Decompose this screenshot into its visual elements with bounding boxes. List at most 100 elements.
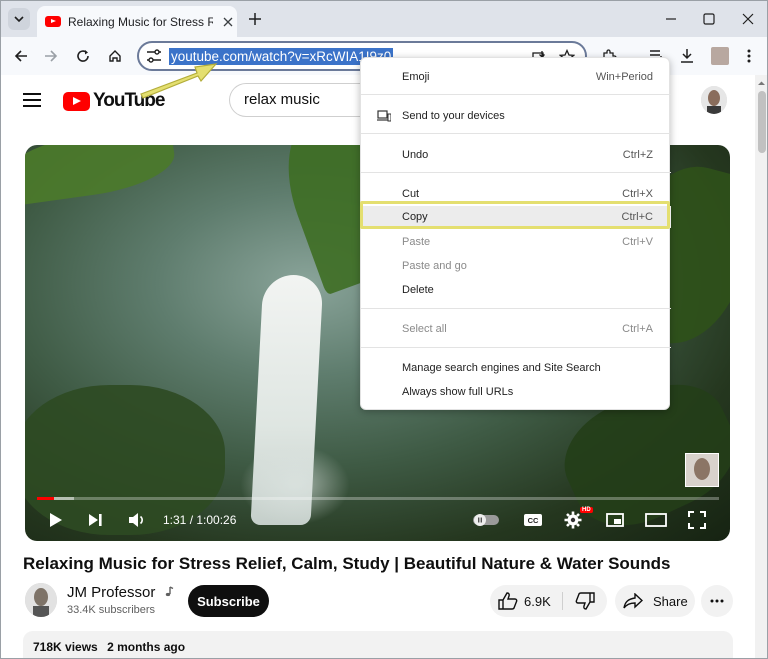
close-icon bbox=[742, 13, 754, 25]
play-icon bbox=[50, 513, 62, 527]
gear-icon bbox=[564, 511, 582, 529]
autoplay-toggle-icon bbox=[473, 514, 499, 526]
youtube-logo[interactable]: YouTube bbox=[63, 90, 165, 112]
thumbs-up-icon bbox=[498, 592, 518, 610]
like-button[interactable]: 6.9K bbox=[490, 585, 562, 617]
profile-avatar[interactable] bbox=[711, 47, 729, 65]
minimize-icon bbox=[666, 18, 676, 20]
play-button[interactable] bbox=[45, 508, 67, 532]
scrollbar-thumb[interactable] bbox=[758, 91, 766, 153]
share-icon bbox=[623, 593, 643, 609]
like-dislike-bar: 6.9K bbox=[490, 585, 607, 617]
menu-item-paste[interactable]: Paste Ctrl+V bbox=[361, 231, 671, 253]
captions-icon: CC bbox=[524, 514, 542, 526]
progress-played bbox=[37, 497, 54, 500]
share-label: Share bbox=[653, 593, 688, 609]
menu-item-cut[interactable]: Cut Ctrl+X bbox=[361, 183, 671, 205]
fullscreen-button[interactable] bbox=[685, 508, 709, 532]
video-title: Relaxing Music for Stress Relief, Calm, … bbox=[23, 554, 671, 573]
foliage bbox=[25, 145, 179, 207]
youtube-favicon-icon bbox=[45, 16, 61, 27]
close-window-button[interactable] bbox=[738, 9, 758, 29]
tab-search-button[interactable] bbox=[8, 8, 30, 30]
menu-item-paste-and-go[interactable]: Paste and go bbox=[361, 255, 671, 277]
back-button[interactable] bbox=[9, 44, 33, 68]
autoplay-toggle[interactable] bbox=[471, 508, 501, 532]
miniplayer-button[interactable] bbox=[603, 508, 627, 532]
view-count: 718K views bbox=[33, 640, 98, 654]
home-button[interactable] bbox=[103, 44, 127, 68]
minimize-button[interactable] bbox=[661, 9, 681, 29]
progress-buffered bbox=[54, 497, 74, 500]
arrow-right-icon bbox=[45, 50, 58, 62]
hamburger-menu-icon[interactable] bbox=[23, 93, 43, 107]
youtube-logo-text: YouTube bbox=[93, 90, 165, 111]
reload-icon bbox=[77, 50, 89, 62]
more-actions-button[interactable] bbox=[701, 585, 733, 617]
thumbs-down-icon bbox=[575, 592, 595, 610]
channel-avatar[interactable] bbox=[25, 583, 57, 617]
music-note-icon bbox=[165, 586, 173, 597]
maximize-icon bbox=[703, 13, 715, 25]
download-icon bbox=[681, 49, 693, 63]
skip-next-icon bbox=[89, 514, 102, 526]
menu-item-select-all[interactable]: Select all Ctrl+A bbox=[361, 318, 671, 340]
svg-text:CC: CC bbox=[528, 516, 539, 525]
theater-mode-button[interactable] bbox=[643, 508, 669, 532]
menu-item-undo[interactable]: Undo Ctrl+Z bbox=[361, 144, 671, 166]
menu-item-send-to-devices[interactable]: Send to your devices bbox=[361, 105, 671, 127]
site-settings-icon[interactable] bbox=[145, 48, 163, 64]
time-display: 1:31 / 1:00:26 bbox=[163, 513, 237, 527]
description-box[interactable]: 718K views 2 months ago bbox=[23, 631, 733, 658]
youtube-play-icon bbox=[63, 91, 90, 111]
tab-youtube[interactable]: Relaxing Music for Stress Relief bbox=[37, 6, 237, 37]
subscriber-count: 33.4K subscribers bbox=[67, 604, 156, 616]
menu-item-delete[interactable]: Delete bbox=[361, 279, 671, 301]
scroll-up-icon bbox=[758, 81, 765, 85]
menu-separator bbox=[361, 172, 671, 173]
subscribe-button[interactable]: Subscribe bbox=[188, 585, 269, 617]
waterfall-mist bbox=[240, 445, 350, 525]
arrow-left-icon bbox=[14, 50, 27, 62]
new-tab-button[interactable] bbox=[245, 9, 265, 29]
volume-button[interactable] bbox=[125, 508, 149, 532]
theater-icon bbox=[645, 513, 667, 527]
menu-separator bbox=[361, 308, 671, 309]
video-progress-bar[interactable] bbox=[37, 497, 719, 500]
captions-button[interactable]: CC bbox=[521, 508, 545, 532]
user-avatar[interactable] bbox=[701, 86, 727, 114]
home-icon bbox=[109, 50, 121, 62]
forward-button[interactable] bbox=[39, 44, 63, 68]
share-button[interactable]: Share bbox=[615, 585, 695, 617]
menu-item-emoji[interactable]: Emoji Win+Period bbox=[361, 66, 671, 88]
menu-separator bbox=[361, 347, 671, 348]
page-scrollbar[interactable] bbox=[755, 75, 767, 658]
reload-button[interactable] bbox=[71, 44, 95, 68]
plus-icon bbox=[249, 13, 261, 25]
miniplayer-icon bbox=[606, 513, 624, 527]
like-divider bbox=[562, 592, 563, 610]
menu-item-copy[interactable]: Copy Ctrl+C bbox=[361, 206, 671, 228]
more-horizontal-icon bbox=[710, 599, 724, 603]
tab-title: Relaxing Music for Stress Relief bbox=[68, 14, 213, 29]
tab-close-icon[interactable] bbox=[221, 15, 235, 29]
chrome-menu-button[interactable] bbox=[737, 44, 761, 68]
chevron-down-icon bbox=[14, 16, 24, 23]
presenter-thumbnail bbox=[685, 453, 719, 487]
like-count: 6.9K bbox=[524, 593, 551, 609]
menu-item-always-show-full-urls[interactable]: Always show full URLs bbox=[361, 381, 671, 403]
dislike-button[interactable] bbox=[566, 585, 604, 617]
browser-window: Relaxing Music for Stress Relief bbox=[0, 0, 768, 659]
menu-separator bbox=[361, 133, 671, 134]
volume-icon bbox=[129, 513, 143, 527]
devices-icon bbox=[377, 110, 391, 122]
menu-item-manage-search-engines[interactable]: Manage search engines and Site Search bbox=[361, 357, 671, 379]
menu-separator bbox=[361, 94, 671, 95]
downloads-button[interactable] bbox=[675, 44, 699, 68]
maximize-button[interactable] bbox=[699, 9, 719, 29]
upload-age: 2 months ago bbox=[107, 640, 186, 654]
channel-name[interactable]: JM Professor bbox=[67, 584, 174, 601]
fullscreen-icon bbox=[688, 511, 706, 529]
next-button[interactable] bbox=[85, 508, 107, 532]
tab-strip: Relaxing Music for Stress Relief bbox=[1, 1, 767, 37]
